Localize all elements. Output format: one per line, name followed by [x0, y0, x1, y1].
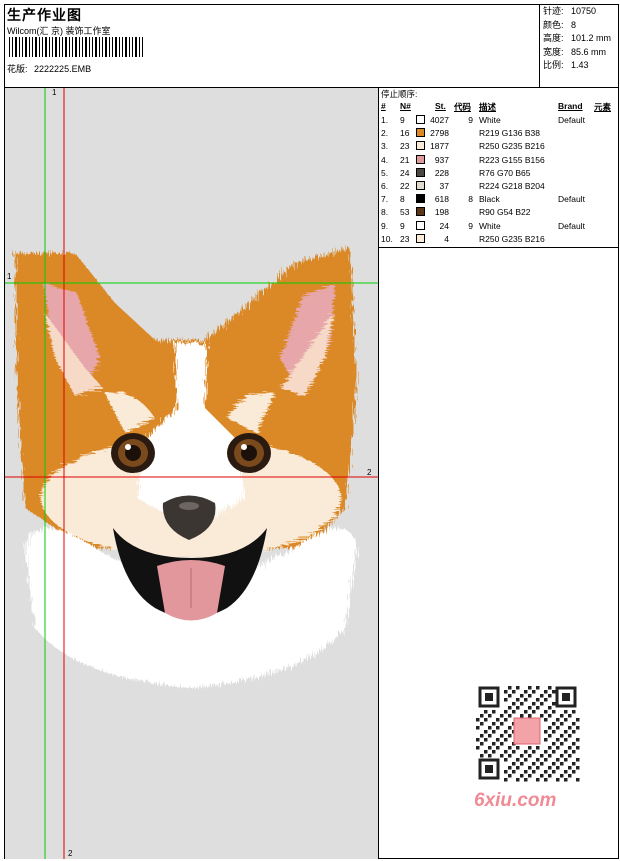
legend-cell-n: 24 — [400, 167, 410, 178]
legend-cell-num: 8. — [381, 207, 389, 218]
stat-height: 高度: 101.2 mm — [543, 33, 612, 43]
legend-cell-code: 8 — [468, 194, 473, 205]
color-swatch — [416, 154, 425, 164]
barcode — [9, 37, 143, 57]
legend-cell-desc: R250 G235 B216 — [479, 233, 545, 244]
stat-scale: 比例: 1.43 — [543, 60, 589, 70]
header-block: 生产作业图 Wilcom(汇 京) 装饰工作室 花版: 2222225.EMB — [5, 5, 539, 87]
legend-cell-code: 9 — [468, 115, 473, 125]
guide-label-h2: 2 — [367, 468, 372, 477]
col-header-description: 描述 — [479, 102, 497, 112]
legend-cell-desc: R223 G155 B156 — [479, 154, 545, 165]
corgi-embroidery-image — [5, 88, 378, 859]
col-header-stitches: St. — [435, 101, 446, 111]
legend-cell-st: 24 — [439, 220, 449, 231]
legend-row: 7. 8 618 8 Black Default — [380, 194, 618, 207]
legend-cell-brand: Default — [558, 194, 585, 205]
legend-cell-st: 937 — [434, 154, 449, 165]
guide-label-v2: 2 — [68, 849, 73, 858]
legend-row: 2. 16 2798 R219 G136 B38 — [380, 128, 618, 141]
guide-label-h1: 1 — [7, 272, 12, 281]
color-swatch — [416, 194, 425, 204]
legend-row: 8. 53 198 R90 G54 B22 — [380, 207, 618, 220]
legend-cell-st: 37 — [439, 181, 449, 191]
design-canvas[interactable]: 1 1 2 2 — [5, 88, 378, 859]
legend-cell-num: 10. — [381, 233, 393, 244]
qr-center-stamp — [513, 717, 541, 745]
color-swatch — [416, 167, 425, 177]
legend-cell-desc: R250 G235 B216 — [479, 141, 545, 152]
legend-cell-num: 6. — [381, 181, 389, 191]
legend-cell-n: 9 — [400, 220, 405, 231]
col-header-element: 元素 — [594, 102, 612, 112]
legend-row: 3. 23 1877 R250 G235 B216 — [380, 141, 618, 154]
col-header-index: # — [381, 101, 386, 111]
legend-cell-desc: White — [479, 115, 501, 125]
legend-cell-desc: R219 G136 B38 — [479, 128, 540, 139]
page-title: 生产作业图 — [7, 7, 82, 23]
legend-cell-desc: R224 G218 B204 — [479, 181, 545, 191]
header-divider — [539, 4, 540, 88]
stat-width: 宽度: 85.6 mm — [543, 46, 607, 57]
legend-row: 10. 23 4 R250 G235 B216 — [380, 233, 618, 247]
legend-row: 4. 21 937 R223 G155 B156 — [380, 154, 618, 168]
legend-cell-num: 4. — [381, 154, 389, 165]
design-value: 2222225.EMB — [34, 64, 92, 74]
col-header-brand: Brand — [558, 101, 583, 111]
legend-cell-desc: Black — [479, 194, 500, 205]
legend-cell-num: 1. — [381, 115, 389, 125]
legend-row: 5. 24 228 R76 G70 B65 — [380, 167, 618, 181]
legend-cell-desc: R90 G54 B22 — [479, 207, 531, 218]
color-stop-legend: 停止顺序: # N# St. 代码 描述 Brand 元素 1. 9 4027 9 Wh… — [380, 88, 618, 248]
legend-cell-n: 8 — [400, 194, 405, 205]
color-swatch — [416, 115, 425, 124]
col-header-needle: N# — [400, 101, 411, 111]
stop-sequence-title: 停止顺序: — [381, 89, 418, 99]
legend-cell-st: 618 — [434, 194, 449, 205]
legend-cell-n: 23 — [400, 141, 410, 152]
legend-cell-st: 2798 — [430, 128, 449, 139]
watermark-text: 6xiu.com — [474, 790, 557, 811]
legend-cell-num: 7. — [381, 194, 389, 205]
legend-cell-desc: White — [479, 220, 501, 231]
legend-cell-n: 22 — [400, 181, 410, 191]
legend-cell-n: 53 — [400, 207, 410, 218]
legend-cell-num: 2. — [381, 128, 389, 139]
guide-label-v1: 1 — [52, 88, 57, 97]
canvas-divider — [378, 88, 379, 859]
company-name: Wilcom(汇 京) 装饰工作室 — [7, 26, 111, 36]
stat-colors: 颜色: 8 — [543, 19, 577, 30]
legend-bottom-rule — [379, 247, 619, 248]
legend-cell-st: 228 — [434, 167, 449, 178]
legend-cell-st: 4 — [444, 233, 449, 244]
design-label: 花版: — [7, 64, 28, 74]
legend-cell-n: 16 — [400, 128, 410, 139]
stat-stitches: 针迹: 10750 — [543, 6, 597, 16]
legend-cell-desc: R76 G70 B65 — [479, 167, 531, 178]
legend-cell-n: 21 — [400, 154, 410, 165]
legend-cell-num: 5. — [381, 167, 389, 178]
color-swatch — [416, 233, 425, 243]
legend-cell-n: 23 — [400, 233, 410, 244]
color-swatch — [416, 207, 425, 217]
col-header-code: 代码 — [454, 102, 472, 112]
color-swatch — [416, 181, 425, 190]
legend-row: 1. 9 4027 9 White Default — [380, 115, 618, 128]
legend-cell-brand: Default — [558, 220, 585, 231]
legend-row: 9. 9 24 9 White Default — [380, 220, 618, 234]
stats-panel: 针迹: 10750 颜色: 8 高度: 101.2 mm 宽度: 85.6 mm 比例:… — [543, 5, 618, 73]
color-swatch — [416, 128, 425, 138]
legend-row: 6. 22 37 R224 G218 B204 — [380, 181, 618, 194]
design-file: 花版: 2222225.EMB — [7, 62, 91, 75]
legend-cell-num: 3. — [381, 141, 389, 152]
legend-cell-st: 1877 — [430, 141, 449, 152]
legend-cell-num: 9. — [381, 220, 389, 231]
legend-cell-n: 9 — [400, 115, 405, 125]
color-swatch — [416, 220, 425, 230]
color-swatch — [416, 141, 425, 151]
legend-cell-code: 9 — [468, 220, 473, 231]
legend-cell-st: 198 — [434, 207, 449, 218]
legend-cell-st: 4027 — [430, 115, 449, 125]
legend-cell-brand: Default — [558, 115, 585, 125]
